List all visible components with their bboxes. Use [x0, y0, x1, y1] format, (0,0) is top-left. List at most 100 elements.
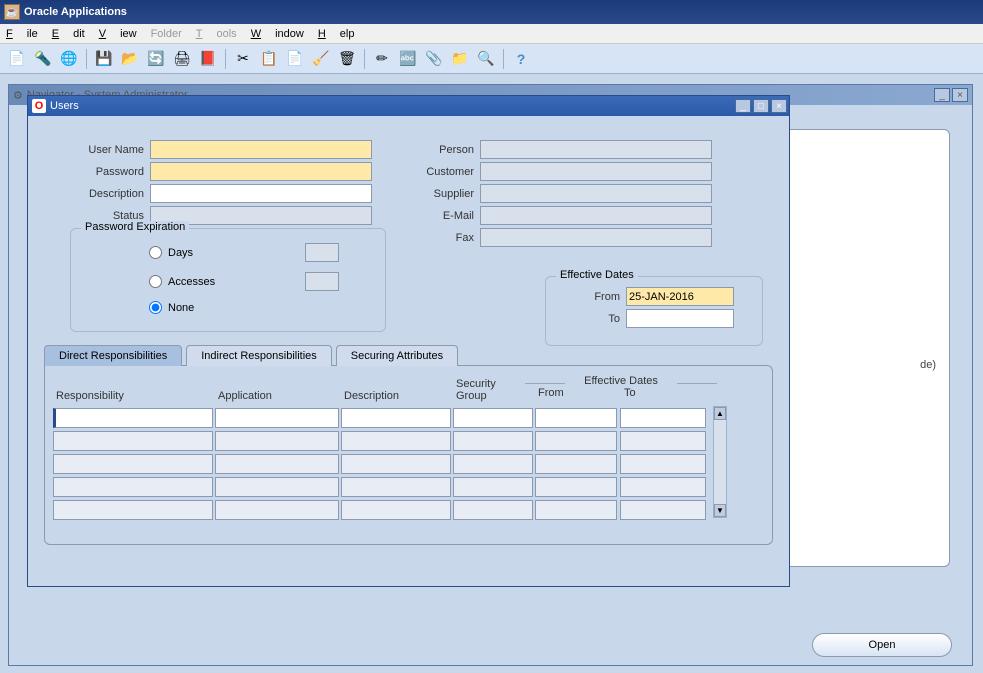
user-name-label: User Name	[44, 144, 150, 156]
from-label: From	[550, 291, 626, 303]
table-row[interactable]	[53, 431, 707, 451]
effective-dates-group: Effective Dates From To	[545, 276, 763, 346]
menu-view[interactable]: View	[99, 28, 137, 40]
direct-responsibilities-panel: Responsibility Application Description S…	[44, 365, 773, 545]
find-icon[interactable]: 🔦	[32, 48, 54, 70]
menu-tools[interactable]: Tools	[196, 28, 237, 40]
none-radio[interactable]	[149, 301, 162, 314]
tab-direct-responsibilities[interactable]: Direct Responsibilities	[44, 345, 182, 366]
col-security-group: Security Group	[453, 375, 533, 405]
maximize-button[interactable]: □	[753, 99, 769, 113]
email-input[interactable]	[480, 206, 712, 225]
delete-record-icon[interactable]: 🗑	[336, 48, 358, 70]
customer-label: Customer	[390, 166, 480, 178]
scroll-up-icon[interactable]: ▲	[714, 407, 726, 420]
users-form: User Name Password Description Status	[28, 116, 789, 555]
help-icon[interactable]: ?	[510, 48, 532, 70]
edit-icon[interactable]: ✏	[371, 48, 393, 70]
cut-icon[interactable]: ✂	[232, 48, 254, 70]
person-input[interactable]	[480, 140, 712, 159]
clear-record-icon[interactable]: 🧹	[310, 48, 332, 70]
person-label: Person	[390, 144, 480, 156]
tab-securing-attributes[interactable]: Securing Attributes	[336, 345, 458, 366]
java-icon: ☕	[4, 4, 20, 20]
col-responsibility: Responsibility	[53, 375, 213, 405]
menu-folder[interactable]: Folder	[151, 28, 182, 40]
switch-icon[interactable]: 🔄	[145, 48, 167, 70]
users-title: Users	[50, 100, 79, 112]
responsibilities-grid: Responsibility Application Description S…	[51, 372, 709, 523]
app-title: Oracle Applications	[24, 6, 127, 18]
password-expiration-legend: Password Expiration	[81, 221, 189, 233]
toolbar-separator	[225, 49, 226, 69]
status-label: Status	[44, 210, 150, 222]
days-value-input[interactable]	[305, 243, 339, 262]
accesses-value-input[interactable]	[305, 272, 339, 291]
save-icon[interactable]: 💾	[93, 48, 115, 70]
toolbar-separator	[364, 49, 365, 69]
fax-label: Fax	[390, 232, 480, 244]
to-label: To	[550, 313, 626, 325]
users-titlebar[interactable]: O Users _ □ ×	[28, 96, 789, 116]
menubar: File Edit View Folder Tools Window Help	[0, 24, 983, 44]
close-form-icon[interactable]: 📕	[197, 48, 219, 70]
password-input[interactable]	[150, 162, 372, 181]
translate-icon[interactable]: 🔤	[397, 48, 419, 70]
menu-help[interactable]: Help	[318, 28, 355, 40]
users-window: O Users _ □ × User Name Password	[27, 95, 790, 587]
col-effective-dates-group: Effective Dates From To	[535, 375, 707, 405]
tab-indirect-responsibilities[interactable]: Indirect Responsibilities	[186, 345, 332, 366]
email-label: E-Mail	[390, 210, 480, 222]
description-label: Description	[44, 188, 150, 200]
grid-scrollbar[interactable]: ▲ ▼	[713, 406, 727, 518]
menu-file[interactable]: File	[6, 28, 38, 40]
table-row[interactable]	[53, 500, 707, 520]
folder-tools-icon[interactable]: 📁	[449, 48, 471, 70]
zoom-icon[interactable]: 🔍	[475, 48, 497, 70]
to-date-input[interactable]	[626, 309, 734, 328]
days-label: Days	[168, 247, 193, 259]
tabs: Direct Responsibilities Indirect Respons…	[44, 344, 773, 365]
toolbar: 📄 🔦 🌐 💾 📂 🔄 🖨 📕 ✂ 📋 📄 🧹 🗑 ✏ 🔤 📎 📁 🔍 ?	[0, 44, 983, 74]
menu-window[interactable]: Window	[251, 28, 304, 40]
scroll-down-icon[interactable]: ▼	[714, 504, 726, 517]
navigator-icon[interactable]: 🌐	[58, 48, 80, 70]
menu-edit[interactable]: Edit	[52, 28, 85, 40]
table-row[interactable]	[53, 408, 707, 428]
table-row[interactable]	[53, 454, 707, 474]
supplier-label: Supplier	[390, 188, 480, 200]
days-radio[interactable]	[149, 246, 162, 259]
close-button[interactable]: ×	[771, 99, 787, 113]
new-icon[interactable]: 📄	[6, 48, 28, 70]
oracle-icon: O	[32, 99, 46, 113]
accesses-label: Accesses	[168, 276, 215, 288]
accesses-radio[interactable]	[149, 275, 162, 288]
password-label: Password	[44, 166, 150, 178]
password-expiration-group: Password Expiration Days Accesses	[70, 228, 386, 332]
step-icon[interactable]: 📂	[119, 48, 141, 70]
customer-input[interactable]	[480, 162, 712, 181]
fax-input[interactable]	[480, 228, 712, 247]
effective-dates-legend: Effective Dates	[556, 269, 638, 281]
attach-icon[interactable]: 📎	[423, 48, 445, 70]
text-fragment: de)	[920, 359, 936, 371]
open-button[interactable]: Open	[812, 633, 952, 657]
paste-icon[interactable]: 📄	[284, 48, 306, 70]
print-icon[interactable]: 🖨	[171, 48, 193, 70]
workspace: ⚙ Navigator - System Administrator _ × d…	[0, 74, 983, 673]
col-application: Application	[215, 375, 339, 405]
minimize-button[interactable]: _	[934, 88, 950, 102]
toolbar-separator	[86, 49, 87, 69]
toolbar-separator	[503, 49, 504, 69]
description-input[interactable]	[150, 184, 372, 203]
table-row[interactable]	[53, 477, 707, 497]
supplier-input[interactable]	[480, 184, 712, 203]
navigator-icon-small: ⚙	[13, 89, 23, 102]
user-name-input[interactable]	[150, 140, 372, 159]
close-button[interactable]: ×	[952, 88, 968, 102]
minimize-button[interactable]: _	[735, 99, 751, 113]
app-titlebar: ☕ Oracle Applications	[0, 0, 983, 24]
copy-icon[interactable]: 📋	[258, 48, 280, 70]
none-label: None	[168, 302, 194, 314]
from-date-input[interactable]	[626, 287, 734, 306]
